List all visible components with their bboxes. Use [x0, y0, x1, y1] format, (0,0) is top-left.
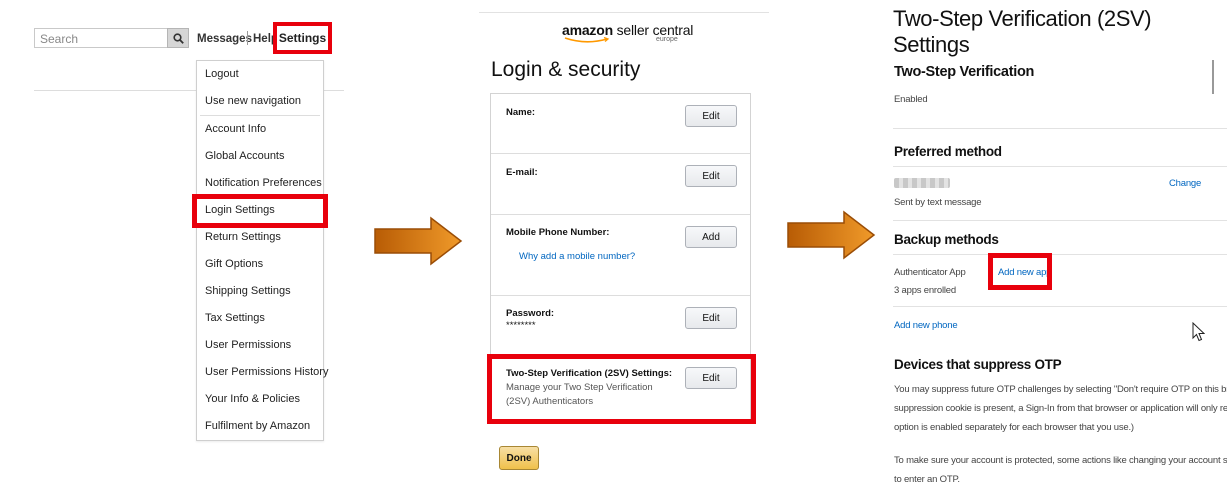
add-app-highlight-box — [988, 253, 1052, 290]
twosv-highlight-box — [487, 354, 756, 424]
done-button[interactable]: Done — [499, 446, 539, 470]
menu-item-global-accounts[interactable]: Global Accounts — [205, 150, 285, 162]
amazon-smile-icon — [564, 37, 610, 43]
menu-item-notification-preferences[interactable]: Notification Preferences — [205, 177, 322, 189]
header-divider — [479, 12, 769, 13]
edit-name-button[interactable]: Edit — [685, 105, 737, 127]
section-divider — [893, 128, 1227, 129]
menu-divider — [200, 115, 320, 116]
section-divider — [893, 306, 1227, 307]
arrow-right-icon — [374, 216, 463, 266]
scrollbar-edge — [1212, 60, 1214, 94]
change-method-link[interactable]: Change — [1169, 178, 1201, 189]
menu-item-fulfilment[interactable]: Fulfilment by Amazon — [205, 420, 310, 432]
twosv-heading: Two-Step Verification — [894, 64, 1035, 80]
add-new-phone-link[interactable]: Add new phone — [894, 320, 958, 331]
password-label: Password: — [506, 308, 555, 319]
why-mobile-link[interactable]: Why add a mobile number? — [519, 251, 635, 262]
search-input[interactable]: Search — [34, 28, 170, 48]
edit-password-button[interactable]: Edit — [685, 307, 737, 329]
settings-label: Settings — [278, 31, 327, 45]
help-link[interactable]: Help — [253, 33, 275, 45]
settings-menu-button[interactable]: Settings — [273, 22, 332, 54]
nav-divider — [247, 31, 248, 45]
page-title: Login & security — [491, 58, 641, 81]
edit-email-button[interactable]: Edit — [685, 165, 737, 187]
devices-paragraph: You may suppress future OTP challenges b… — [894, 384, 1227, 433]
authenticator-app-label: Authenticator App — [894, 267, 966, 278]
security-paragraph: To make sure your account is protected, … — [894, 455, 1227, 485]
twosv-status: Enabled — [894, 94, 928, 105]
menu-item-account-info[interactable]: Account Info — [205, 123, 266, 135]
name-label: Name: — [506, 107, 536, 118]
menu-item-return-settings[interactable]: Return Settings — [205, 231, 281, 243]
mouse-cursor-icon — [1192, 322, 1205, 342]
menu-item-logout[interactable]: Logout — [205, 68, 239, 80]
password-value: ******** — [506, 320, 536, 331]
backup-methods-heading: Backup methods — [894, 232, 999, 247]
arrow-right-icon — [787, 210, 876, 260]
search-icon — [172, 32, 184, 44]
menu-item-new-navigation[interactable]: Use new navigation — [205, 95, 301, 107]
preferred-method-heading: Preferred method — [894, 144, 1002, 159]
menu-item-tax-settings[interactable]: Tax Settings — [205, 312, 265, 324]
menu-item-info-policies[interactable]: Your Info & Policies — [205, 393, 300, 405]
menu-item-user-permissions-history[interactable]: User Permissions History — [205, 366, 328, 378]
mobile-label: Mobile Phone Number: — [506, 227, 610, 238]
menu-item-user-permissions[interactable]: User Permissions — [205, 339, 291, 351]
logo-region: europe — [656, 36, 678, 43]
apps-enrolled-count: 3 apps enrolled — [894, 285, 956, 296]
page-title: Two-Step Verification (2SV) Settings — [893, 6, 1152, 57]
preferred-method-note: Sent by text message — [894, 197, 982, 208]
add-mobile-button[interactable]: Add — [685, 226, 737, 248]
menu-item-gift-options[interactable]: Gift Options — [205, 258, 263, 270]
login-settings-highlight-box — [192, 194, 328, 228]
section-divider — [893, 254, 1227, 255]
row-divider — [491, 214, 750, 215]
devices-otp-heading: Devices that suppress OTP — [894, 357, 1062, 372]
row-divider — [491, 295, 750, 296]
search-button[interactable] — [167, 28, 189, 48]
section-divider — [893, 166, 1227, 167]
menu-item-shipping-settings[interactable]: Shipping Settings — [205, 285, 291, 297]
row-divider — [491, 153, 750, 154]
messages-link[interactable]: Messages — [197, 33, 252, 45]
masked-phone-number — [894, 178, 950, 188]
settings-dropdown-menu: Logout Use new navigation Account Info G… — [196, 60, 328, 441]
email-label: E-mail: — [506, 167, 538, 178]
section-divider — [893, 220, 1227, 221]
